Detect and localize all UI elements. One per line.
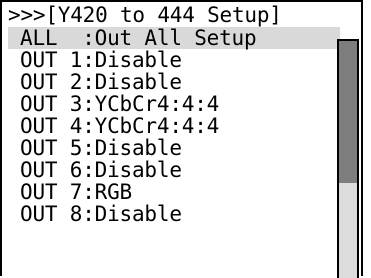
menu-item-all[interactable]: ALL :Out All Setup bbox=[8, 27, 340, 49]
setup-screen: >>>[Y420 to 444 Setup] ALL :Out All Setu… bbox=[0, 0, 363, 278]
menu-item-out-8[interactable]: OUT 8:Disable bbox=[8, 203, 338, 225]
menu-item-out-5[interactable]: OUT 5:Disable bbox=[8, 137, 338, 159]
output-menu: ALL :Out All Setup OUT 1:Disable OUT 2:D… bbox=[8, 27, 340, 225]
menu-item-out-7[interactable]: OUT 7:RGB bbox=[8, 181, 338, 203]
menu-item-out-6[interactable]: OUT 6:Disable bbox=[8, 159, 338, 181]
scrollbar-thumb[interactable] bbox=[339, 41, 357, 183]
screen-title: >>>[Y420 to 444 Setup] bbox=[8, 3, 282, 27]
menu-item-out-4[interactable]: OUT 4:YCbCr4:4:4 bbox=[8, 115, 338, 137]
menu-scrollbar[interactable] bbox=[337, 39, 359, 278]
menu-item-out-3[interactable]: OUT 3:YCbCr4:4:4 bbox=[8, 93, 338, 115]
menu-item-out-2[interactable]: OUT 2:Disable bbox=[8, 71, 338, 93]
menu-item-out-1[interactable]: OUT 1:Disable bbox=[8, 49, 338, 71]
